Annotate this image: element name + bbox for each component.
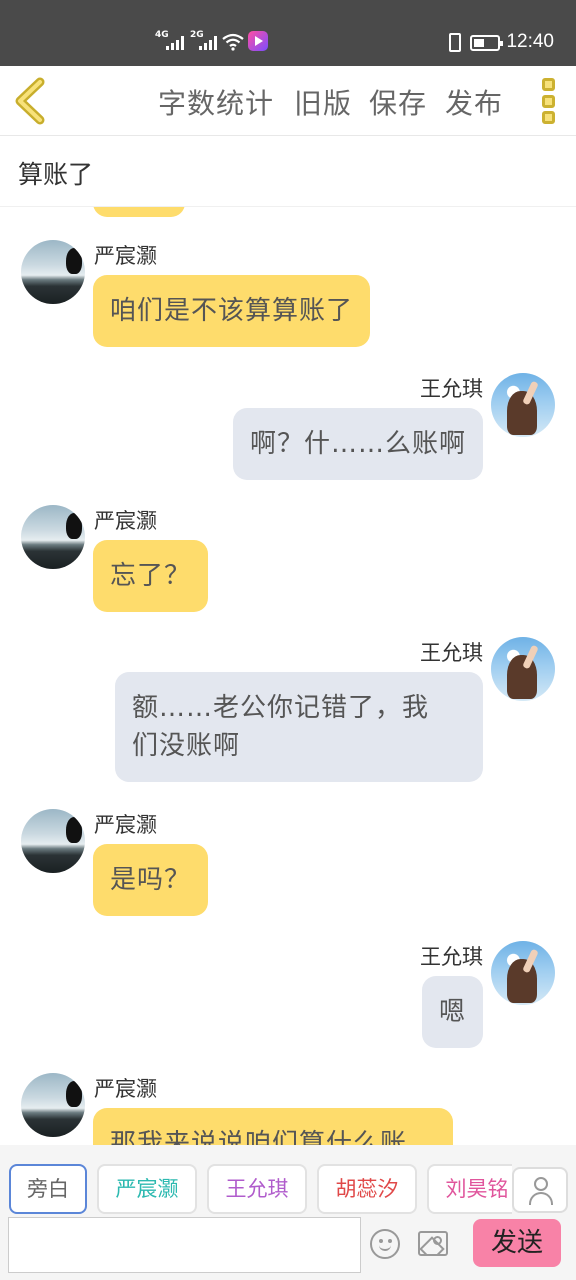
role-character[interactable]: 严宸灏: [97, 1164, 197, 1214]
message-bubble[interactable]: 额……老公你记错了，我 们没账啊: [115, 672, 483, 782]
app-notification-icon: [248, 31, 268, 51]
battery-icon: [470, 35, 503, 51]
status-bar: 4G 2G 12:40: [0, 0, 576, 66]
message-input[interactable]: [8, 1217, 361, 1273]
message-line: 们没账啊: [132, 731, 241, 761]
message-bubble[interactable]: 忘了？: [93, 540, 209, 612]
role-character[interactable]: 刘昊铭: [427, 1164, 512, 1214]
sender-name: 严宸灏: [94, 244, 157, 268]
avatar[interactable]: [491, 941, 555, 1005]
person-icon: [534, 1177, 548, 1191]
role-character[interactable]: 胡蕊汐: [317, 1164, 417, 1214]
chapter-title-row[interactable]: 算账了: [0, 137, 576, 207]
message-bubble[interactable]: 那我来说说咱们算什么账: [93, 1108, 453, 1145]
sender-name: 严宸灏: [94, 813, 157, 837]
back-button[interactable]: [10, 76, 54, 126]
top-toolbar: 字数统计 旧版 保存 发布: [0, 66, 576, 136]
person-button[interactable]: [512, 1167, 568, 1213]
more-vertical-icon[interactable]: [538, 78, 558, 124]
signal-icon: [166, 34, 186, 50]
avatar[interactable]: [491, 373, 555, 437]
avatar[interactable]: [21, 505, 85, 569]
emoji-icon[interactable]: [370, 1229, 400, 1259]
sender-name: 王允琪: [420, 377, 483, 401]
save-button[interactable]: 保存: [369, 82, 427, 122]
emoji-mouth: [379, 1244, 391, 1251]
message-bubble[interactable]: 咱们是不该算算账了: [93, 275, 371, 347]
avatar[interactable]: [491, 637, 555, 701]
old-version-button[interactable]: 旧版: [294, 82, 352, 122]
input-bar: 发送: [0, 1215, 576, 1280]
send-button[interactable]: 发送: [473, 1219, 561, 1267]
avatar[interactable]: [21, 809, 85, 873]
emoji-eye: [379, 1239, 383, 1243]
sender-name: 王允琪: [420, 945, 483, 969]
signal-icon: [199, 34, 219, 50]
message-line: 额……老公你记错了，我: [132, 693, 430, 723]
person-icon-body: [529, 1192, 553, 1205]
message-bubble-partial: [93, 207, 185, 217]
sender-name: 严宸灏: [94, 1077, 157, 1101]
sender-name: 严宸灏: [94, 509, 157, 533]
chevron-left-icon: [15, 77, 45, 125]
vibrate-icon: [449, 33, 461, 52]
chat-list[interactable]: 严宸灏 咱们是不该算算账了 王允琪 啊？什……么账啊 严宸灏 忘了？ 王允琪 额…: [0, 207, 576, 1145]
message-bubble[interactable]: 啊？什……么账啊: [232, 408, 483, 480]
avatar[interactable]: [21, 1073, 85, 1137]
clock: 12:40: [506, 31, 554, 52]
word-count-button[interactable]: 字数统计: [158, 82, 274, 122]
message-bubble[interactable]: 嗯: [421, 976, 483, 1048]
sender-name: 王允琪: [420, 641, 483, 665]
message-bubble[interactable]: 是吗？: [93, 844, 209, 916]
image-icon[interactable]: [418, 1231, 448, 1256]
emoji-eye: [388, 1239, 392, 1243]
publish-button[interactable]: 发布: [445, 82, 503, 122]
chapter-title: 算账了: [18, 160, 94, 189]
role-narrator[interactable]: 旁白: [9, 1164, 87, 1214]
role-overflow-clip: 刘昊铭: [427, 1145, 512, 1215]
role-character[interactable]: 王允琪: [207, 1164, 307, 1214]
avatar[interactable]: [21, 240, 85, 304]
role-selector: 旁白 严宸灏 王允琪 胡蕊汐 刘昊铭: [0, 1145, 576, 1215]
wifi-icon: [222, 33, 244, 51]
